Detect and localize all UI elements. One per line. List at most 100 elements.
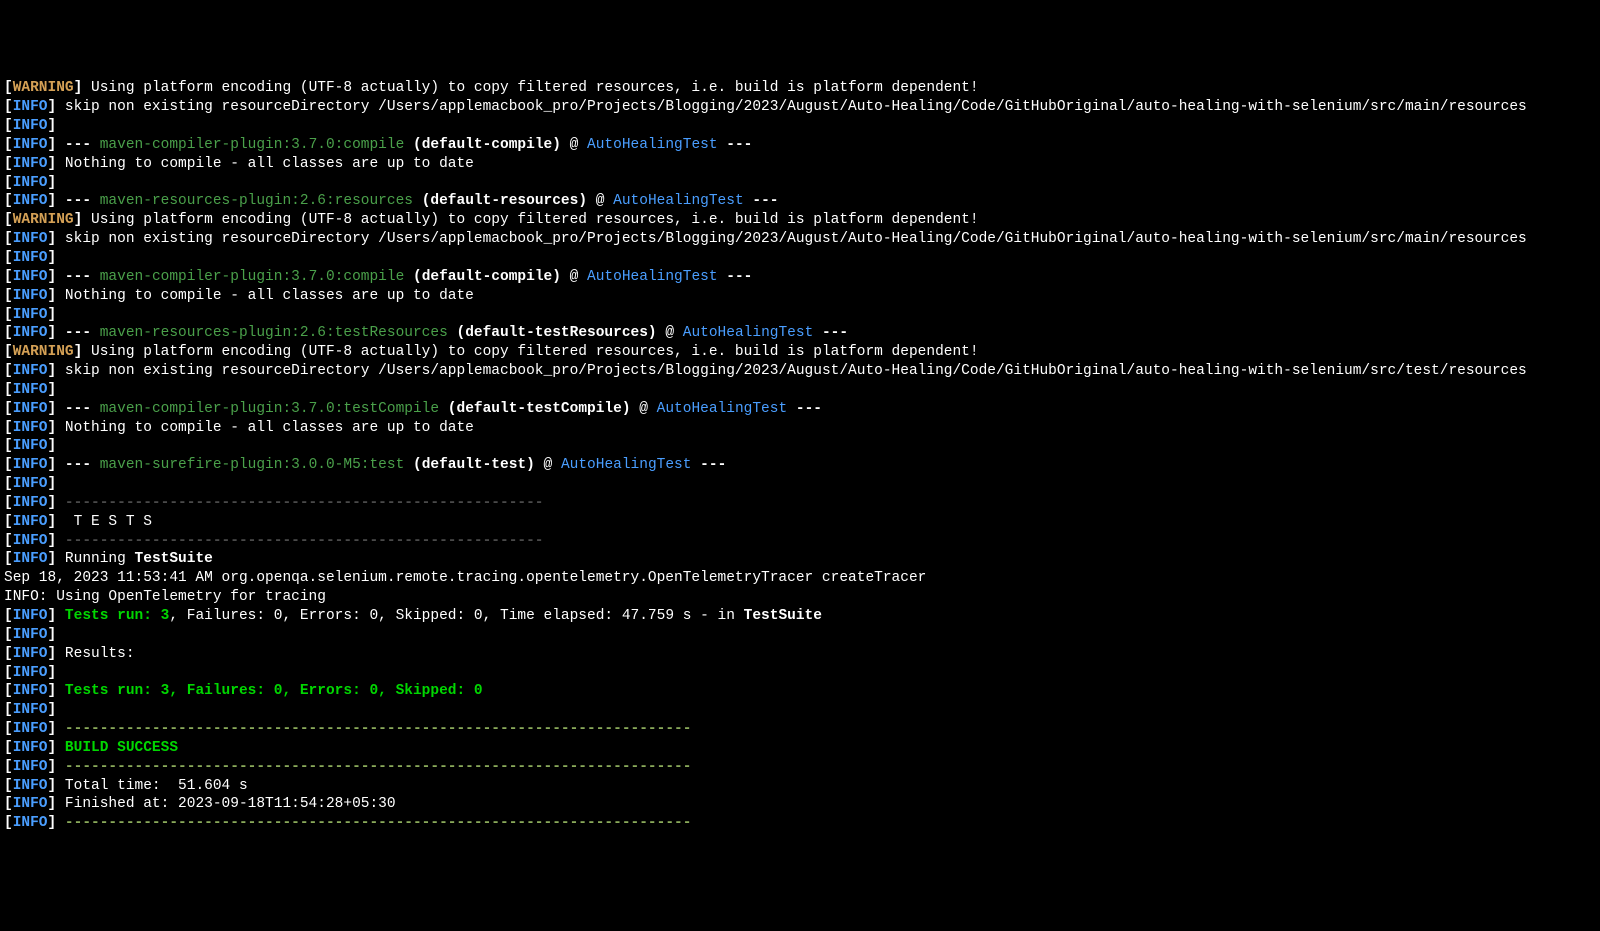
log-line: [INFO] Running TestSuite xyxy=(4,550,1596,569)
log-segment: INFO xyxy=(13,382,48,398)
log-segment: INFO xyxy=(13,476,48,492)
log-line: [WARNING] Using platform encoding (UTF-8… xyxy=(4,343,1596,362)
log-line: [INFO] Nothing to compile - all classes … xyxy=(4,155,1596,174)
log-segment: INFO xyxy=(13,307,48,323)
log-segment: ] xyxy=(48,627,57,643)
log-segment: @ xyxy=(570,137,587,153)
log-segment: --- xyxy=(813,325,848,341)
log-segment: AutoHealingTest xyxy=(683,325,814,341)
log-segment: --- xyxy=(744,193,779,209)
log-line: [INFO] ---------------------------------… xyxy=(4,720,1596,739)
log-segment: T E S T S xyxy=(65,514,152,530)
log-segment: WARNING xyxy=(13,80,74,96)
log-segment: [ xyxy=(4,175,13,191)
log-segment: [ xyxy=(4,137,13,153)
log-segment: ] xyxy=(48,363,65,379)
log-segment: ----------------------------------------… xyxy=(65,759,692,775)
log-line: [INFO] Results: xyxy=(4,645,1596,664)
log-segment: Finished at: 2023-09-18T11:54:28+05:30 xyxy=(65,796,396,812)
log-segment: AutoHealingTest xyxy=(657,401,788,417)
log-segment: TestSuite xyxy=(744,608,822,624)
log-segment: @ xyxy=(544,457,561,473)
log-segment: INFO xyxy=(13,815,48,831)
log-segment: ] xyxy=(48,533,65,549)
log-segment: INFO xyxy=(13,740,48,756)
log-segment: INFO xyxy=(13,702,48,718)
log-line: [INFO] ---------------------------------… xyxy=(4,532,1596,551)
log-segment: ] xyxy=(48,796,65,812)
log-segment: ] xyxy=(48,514,65,530)
log-segment: INFO xyxy=(13,514,48,530)
log-segment: INFO xyxy=(13,193,48,209)
log-segment: INFO xyxy=(13,627,48,643)
log-segment: [ xyxy=(4,702,13,718)
log-segment: ] xyxy=(48,420,65,436)
log-segment: ----------------------------------------… xyxy=(65,721,692,737)
log-segment: ] xyxy=(48,778,65,794)
log-segment: INFO xyxy=(13,665,48,681)
log-line: [INFO] BUILD SUCCESS xyxy=(4,739,1596,758)
log-line: [INFO] xyxy=(4,249,1596,268)
log-segment: maven-compiler-plugin:3.7.0:testCompile xyxy=(100,401,439,417)
log-segment: BUILD SUCCESS xyxy=(65,740,178,756)
log-segment: INFO xyxy=(13,759,48,775)
log-segment: INFO xyxy=(13,778,48,794)
log-segment: ] xyxy=(48,250,57,266)
log-segment: [ xyxy=(4,118,13,134)
log-segment: INFO xyxy=(13,401,48,417)
log-line: [INFO] xyxy=(4,626,1596,645)
log-segment: maven-compiler-plugin:3.7.0:compile xyxy=(100,137,405,153)
log-segment: INFO xyxy=(13,363,48,379)
log-segment: (default-testCompile) xyxy=(439,401,639,417)
log-segment: [ xyxy=(4,307,13,323)
log-segment: INFO xyxy=(13,175,48,191)
log-segment: [ xyxy=(4,608,13,624)
log-segment: , Failures: 0, Errors: 0, Skipped: 0, Ti… xyxy=(169,608,743,624)
log-segment: [ xyxy=(4,325,13,341)
log-segment: ] xyxy=(48,401,65,417)
log-segment: ] xyxy=(48,137,65,153)
log-segment: [ xyxy=(4,231,13,247)
log-segment: AutoHealingTest xyxy=(587,269,718,285)
log-segment: [ xyxy=(4,495,13,511)
log-line: [INFO] xyxy=(4,381,1596,400)
log-segment: ] xyxy=(48,269,65,285)
log-line: [INFO] --- maven-surefire-plugin:3.0.0-M… xyxy=(4,456,1596,475)
terminal-output[interactable]: [ WARNING] Using platform encoding (UTF-8… xyxy=(4,79,1596,833)
log-segment: INFO xyxy=(13,269,48,285)
log-segment: @ xyxy=(639,401,656,417)
log-segment: [ xyxy=(4,382,13,398)
log-segment: --- xyxy=(787,401,822,417)
log-segment: @ xyxy=(665,325,682,341)
log-line: [INFO] xyxy=(4,475,1596,494)
log-segment: [ xyxy=(4,683,13,699)
log-segment: Running xyxy=(65,551,135,567)
log-segment: [ xyxy=(4,193,13,209)
log-segment: ] xyxy=(48,288,65,304)
log-segment: Using platform encoding (UTF-8 actually)… xyxy=(91,344,979,360)
log-segment: (default-compile) xyxy=(404,269,569,285)
log-segment: maven-resources-plugin:2.6:resources xyxy=(100,193,413,209)
log-segment: Nothing to compile - all classes are up … xyxy=(65,288,474,304)
log-segment: INFO xyxy=(13,137,48,153)
log-segment: skip non existing resourceDirectory /Use… xyxy=(65,231,1527,247)
log-segment: INFO xyxy=(13,438,48,454)
log-segment: skip non existing resourceDirectory /Use… xyxy=(65,363,1527,379)
log-segment: ] xyxy=(48,759,65,775)
log-segment: [ xyxy=(4,420,13,436)
log-segment: [ xyxy=(4,665,13,681)
log-segment: ----------------------------------------… xyxy=(65,815,692,831)
log-line: [INFO] ---------------------------------… xyxy=(4,494,1596,513)
log-segment: INFO xyxy=(13,721,48,737)
log-segment: ] xyxy=(48,646,65,662)
log-segment: ] xyxy=(74,212,91,228)
log-segment: INFO xyxy=(13,325,48,341)
log-segment: Nothing to compile - all classes are up … xyxy=(65,156,474,172)
log-segment: [ xyxy=(4,269,13,285)
log-segment: ----------------------------------------… xyxy=(65,495,544,511)
log-segment: --- xyxy=(691,457,726,473)
log-segment: maven-resources-plugin:2.6:testResources xyxy=(100,325,448,341)
log-segment: [ xyxy=(4,250,13,266)
log-segment: INFO xyxy=(13,420,48,436)
log-segment: @ xyxy=(570,269,587,285)
